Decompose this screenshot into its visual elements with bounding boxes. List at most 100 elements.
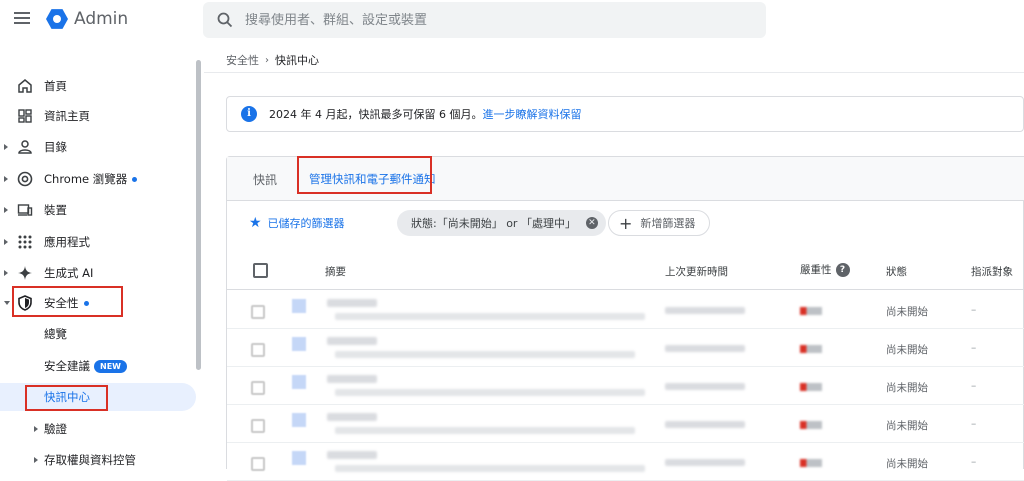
expand-arrow-icon[interactable] [34, 457, 38, 463]
sidebar-item-dashboard[interactable]: 資訊主頁 [0, 102, 196, 130]
row-assignee: – [971, 304, 977, 316]
shield-icon [18, 295, 32, 311]
alert-type-icon [292, 413, 306, 427]
add-filter-label: 新增篩選器 [640, 217, 696, 230]
saved-filters-label: 已儲存的篩選器 [267, 217, 345, 230]
sidebar-item-label: 安全性 [44, 295, 89, 311]
expand-arrow-icon[interactable] [4, 207, 8, 213]
sidebar-scrollbar[interactable] [196, 60, 201, 370]
row-summary-redacted [335, 351, 635, 358]
table-row[interactable]: 尚未開始 – [227, 443, 1024, 481]
expand-arrow-icon[interactable] [4, 144, 8, 150]
sidebar-item-label: 生成式 AI [44, 266, 94, 280]
sidebar-sub-overview[interactable]: 總覽 [0, 320, 196, 348]
severity-indicator [800, 345, 822, 353]
search-input[interactable] [245, 12, 725, 28]
filter-bar: ★ 已儲存的篩選器 狀態:「尚未開始」 or 「處理中」 ✕ + 新增篩選器 [227, 203, 1024, 243]
alert-type-icon [292, 451, 306, 465]
sidebar-item-directory[interactable]: 目錄 [0, 133, 196, 161]
status-filter-chip[interactable]: 狀態:「尚未開始」 or 「處理中」 ✕ [397, 210, 606, 236]
table-row[interactable]: 尚未開始 – [227, 329, 1024, 367]
tab-bar: 快訊 管理快訊和電子郵件通知 [227, 157, 1024, 201]
expand-arrow-icon[interactable] [4, 176, 8, 182]
sidebar-sub-label: 驗證 [44, 422, 67, 436]
sidebar-item-label: 裝置 [44, 203, 67, 217]
plus-icon: + [619, 213, 633, 233]
person-icon [18, 140, 32, 154]
filter-chip-label: 狀態:「尚未開始」 or 「處理中」 [411, 217, 576, 230]
select-all-checkbox[interactable] [253, 263, 268, 278]
row-checkbox[interactable] [251, 381, 265, 395]
severity-indicator [800, 383, 822, 391]
alert-type-icon [292, 375, 306, 389]
main-menu-icon[interactable] [14, 12, 30, 26]
chrome-icon [17, 171, 33, 187]
search-icon [217, 12, 233, 28]
alerts-panel: 快訊 管理快訊和電子郵件通知 ★ 已儲存的篩選器 狀態:「尚未開始」 or 「處… [226, 156, 1024, 481]
sidebar-sub-label: 安全建議 [44, 359, 90, 373]
new-badge: NEW [94, 359, 127, 373]
tab-alerts[interactable]: 快訊 [253, 171, 277, 188]
sidebar-item-security[interactable]: 安全性 [0, 289, 196, 317]
top-bar: Admin [0, 0, 1024, 40]
sidebar-item-chrome[interactable]: Chrome 瀏覽器 [0, 165, 196, 193]
sidebar-item-label: Chrome 瀏覽器 [44, 171, 138, 187]
saved-filters-button[interactable]: ★ 已儲存的篩選器 [249, 215, 345, 231]
collapse-arrow-icon[interactable] [4, 301, 10, 305]
row-title-redacted [327, 451, 377, 459]
row-checkbox[interactable] [251, 305, 265, 319]
row-summary-redacted [335, 389, 645, 396]
row-assignee: – [971, 418, 977, 430]
row-checkbox[interactable] [251, 343, 265, 357]
help-icon[interactable]: ? [835, 262, 850, 277]
header-severity[interactable]: 嚴重性? [800, 262, 850, 277]
severity-indicator [800, 421, 822, 429]
sidebar-sub-access-data[interactable]: 存取權與資料控管 [0, 446, 196, 474]
row-updated-redacted [665, 345, 745, 352]
search-bar[interactable] [203, 2, 766, 38]
sidebar-item-home[interactable]: 首頁 [0, 72, 196, 100]
star-icon: ★ [249, 215, 262, 231]
sidebar-item-devices[interactable]: 裝置 [0, 196, 196, 224]
header-summary[interactable]: 摘要 [325, 264, 346, 279]
header-status[interactable]: 狀態 [886, 264, 907, 279]
chevron-right-icon: › [265, 54, 269, 66]
apps-grid-icon [18, 235, 32, 249]
sidebar-sub-recommendations[interactable]: 安全建議 NEW [0, 352, 196, 380]
table-row[interactable]: 尚未開始 – [227, 367, 1024, 405]
expand-arrow-icon[interactable] [4, 270, 8, 276]
row-checkbox[interactable] [251, 419, 265, 433]
row-title-redacted [327, 337, 377, 345]
row-updated-redacted [665, 459, 745, 466]
close-icon[interactable]: ✕ [585, 217, 598, 229]
admin-logo[interactable]: Admin [46, 8, 128, 30]
header-assignee[interactable]: 指派對象 [971, 264, 1013, 279]
table-row[interactable]: 尚未開始 – [227, 291, 1024, 329]
update-dot [83, 301, 89, 306]
learn-more-link[interactable]: 進一步瞭解資料保留 [482, 108, 581, 121]
row-updated-redacted [665, 307, 745, 314]
add-filter-button[interactable]: + 新增篩選器 [608, 210, 711, 236]
row-title-redacted [327, 413, 377, 421]
expand-arrow-icon[interactable] [34, 426, 38, 432]
row-title-redacted [327, 375, 377, 383]
dashboard-icon [18, 109, 32, 123]
tab-manage-notifications[interactable]: 管理快訊和電子郵件通知 [309, 171, 436, 187]
row-summary-redacted [335, 313, 645, 320]
admin-logo-icon [46, 9, 68, 29]
table-row[interactable]: 尚未開始 – [227, 405, 1024, 443]
breadcrumb-parent[interactable]: 安全性 [226, 52, 259, 68]
sidebar-item-label: 資訊主頁 [44, 109, 90, 123]
header-updated[interactable]: 上次更新時間 [665, 264, 728, 279]
sidebar-sub-label: 存取權與資料控管 [44, 453, 136, 467]
expand-arrow-icon[interactable] [4, 239, 8, 245]
sidebar-sub-alert-center[interactable]: 快訊中心 [0, 383, 196, 411]
sidebar-sub-authentication[interactable]: 驗證 [0, 415, 196, 443]
sidebar-item-gen-ai[interactable]: 生成式 AI [0, 259, 196, 287]
sidebar-item-apps[interactable]: 應用程式 [0, 228, 196, 256]
sparkle-icon [18, 266, 32, 280]
severity-indicator [800, 459, 822, 467]
row-assignee: – [971, 342, 977, 354]
sidebar-item-label: 應用程式 [44, 235, 90, 249]
info-banner: i 2024 年 4 月起，快訊最多可保留 6 個月。進一步瞭解資料保留 [226, 96, 1024, 132]
